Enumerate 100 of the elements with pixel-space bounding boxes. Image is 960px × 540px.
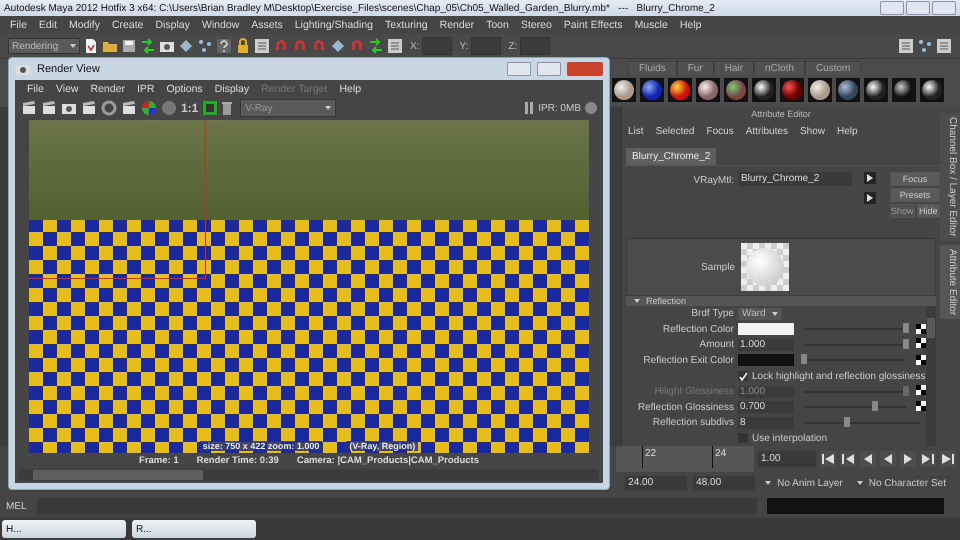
- side-tab[interactable]: Attribute Editor: [940, 244, 960, 319]
- side-tab[interactable]: Channel Box / Layer Editor: [940, 113, 960, 241]
- step-back-frame-button[interactable]: [860, 451, 876, 467]
- attribute-field[interactable]: 0.700: [738, 401, 794, 414]
- panel-button[interactable]: Focus: [890, 172, 940, 186]
- shelf-button[interactable]: [864, 78, 888, 102]
- attribute-field[interactable]: 1.000: [738, 338, 794, 351]
- sphere-icon: [669, 79, 691, 101]
- checkbox-label: Use interpolation: [752, 432, 828, 444]
- panel-button[interactable]: Hide: [916, 204, 940, 218]
- render-info-text: (V-Ray, Region): [346, 441, 418, 451]
- menu-item[interactable]: Display: [208, 83, 256, 95]
- arrows-icon: [368, 38, 384, 54]
- shelf-button[interactable]: [668, 78, 692, 102]
- menu-item[interactable]: View: [50, 83, 84, 95]
- slider-handle[interactable]: [903, 323, 909, 334]
- menu-item[interactable]: Assets: [245, 19, 289, 31]
- shelf-button[interactable]: [640, 78, 664, 102]
- slider-handle[interactable]: [801, 354, 807, 364]
- node-type-label: VRayMtl:: [692, 174, 734, 186]
- menu-item[interactable]: Window: [196, 19, 246, 31]
- menu-item[interactable]: Modify: [63, 19, 106, 31]
- menu-item[interactable]: File: [4, 19, 33, 31]
- shelf-button[interactable]: [808, 78, 832, 102]
- menu-item[interactable]: Selected: [656, 126, 694, 136]
- menu-item[interactable]: Display: [149, 19, 196, 31]
- color-swatch[interactable]: [738, 354, 794, 366]
- character-set-dropdown[interactable]: No Character Set: [852, 478, 950, 488]
- checkbox[interactable]: [738, 371, 748, 382]
- shelf-button[interactable]: [724, 78, 748, 102]
- attribute-dropdown[interactable]: Ward: [738, 308, 782, 320]
- color-swatch[interactable]: [738, 323, 794, 336]
- shelf-button[interactable]: [752, 78, 776, 102]
- menu-item[interactable]: Help: [836, 126, 858, 136]
- node-name-field[interactable]: Blurry_Chrome_2: [738, 172, 852, 186]
- ratio-label[interactable]: 1:1: [181, 101, 198, 115]
- menu-item[interactable]: Edit: [32, 19, 64, 31]
- checker-icon: [916, 324, 926, 334]
- menu-item[interactable]: Options: [160, 83, 209, 95]
- shelf-button[interactable]: [836, 78, 860, 102]
- menu-item[interactable]: List: [628, 126, 644, 136]
- menu-item[interactable]: Help: [333, 83, 368, 95]
- coordinate-label: X:: [410, 40, 420, 52]
- rgb-icon: [141, 100, 157, 116]
- menu-set-dropdown[interactable]: Rendering: [8, 38, 80, 54]
- range-start-field[interactable]: 24.00: [625, 476, 688, 490]
- go-to-end-button[interactable]: [940, 451, 956, 467]
- current-frame-field[interactable]: 1.00: [758, 451, 816, 467]
- menu-item[interactable]: Lighting/Shading: [288, 19, 380, 31]
- minimized-window[interactable]: H...: [2, 520, 126, 538]
- menu-item[interactable]: Focus: [706, 126, 734, 136]
- arrows-icon: [140, 38, 156, 54]
- menu-item[interactable]: Render: [434, 19, 480, 31]
- menu-item[interactable]: Create: [106, 19, 150, 31]
- sphere-icon: [725, 79, 747, 101]
- menu-item[interactable]: Stereo: [514, 19, 558, 31]
- menu-item[interactable]: Render: [84, 83, 131, 95]
- range-end-field[interactable]: 48.00: [693, 476, 756, 490]
- panel-button[interactable]: Presets: [890, 188, 940, 202]
- list-icon: [898, 38, 914, 54]
- shelf-button[interactable]: [612, 78, 636, 102]
- scrollbar[interactable]: [926, 306, 936, 446]
- clapper-icon: [81, 100, 97, 116]
- menu-item[interactable]: Toon: [480, 19, 515, 31]
- anim-layer-dropdown[interactable]: No Anim Layer: [761, 478, 847, 488]
- slider-handle[interactable]: [844, 416, 850, 427]
- slider-handle[interactable]: [903, 338, 909, 349]
- minimized-window[interactable]: R...: [132, 520, 256, 538]
- frame-tick: 24: [712, 446, 726, 468]
- sphere-icon: [865, 79, 887, 101]
- render-info-text: size: 750 x 422 zoom: 1.000: [200, 441, 322, 451]
- arrow-right-icon: [864, 172, 876, 184]
- step-forward-key-button[interactable]: [920, 451, 936, 467]
- play-back-button[interactable]: [880, 451, 896, 467]
- time-ruler[interactable]: 22 24: [616, 446, 754, 472]
- shelf-button[interactable]: [920, 78, 944, 102]
- menu-item[interactable]: Texturing: [379, 19, 434, 31]
- question-icon: [216, 38, 232, 54]
- menu-item[interactable]: Paint Effects: [558, 19, 629, 31]
- menu-item[interactable]: File: [21, 83, 50, 95]
- slider-handle[interactable]: [872, 401, 878, 412]
- menu-item[interactable]: Muscle: [628, 19, 674, 31]
- menu-item[interactable]: Help: [674, 19, 708, 31]
- checker-icon: [916, 355, 926, 366]
- play-forward-button[interactable]: [900, 451, 916, 467]
- shelf-tab[interactable]: nCloth: [754, 61, 805, 75]
- shelf-button[interactable]: [696, 78, 720, 102]
- attribute-field[interactable]: 8: [738, 416, 794, 429]
- list-icon: [936, 38, 952, 54]
- scrollbar[interactable]: [19, 469, 599, 481]
- section-title: Reflection: [646, 296, 686, 306]
- shelf-button[interactable]: [892, 78, 916, 102]
- menu-item[interactable]: Show: [800, 126, 825, 136]
- page-icon: [83, 38, 99, 54]
- step-back-key-button[interactable]: [840, 451, 856, 467]
- menu-item[interactable]: Attributes: [746, 126, 788, 136]
- go-to-start-button[interactable]: [820, 451, 836, 467]
- node-tab[interactable]: Blurry_Chrome_2: [626, 148, 716, 165]
- section-header[interactable]: Reflection: [626, 296, 936, 306]
- menu-item[interactable]: IPR: [130, 83, 160, 95]
